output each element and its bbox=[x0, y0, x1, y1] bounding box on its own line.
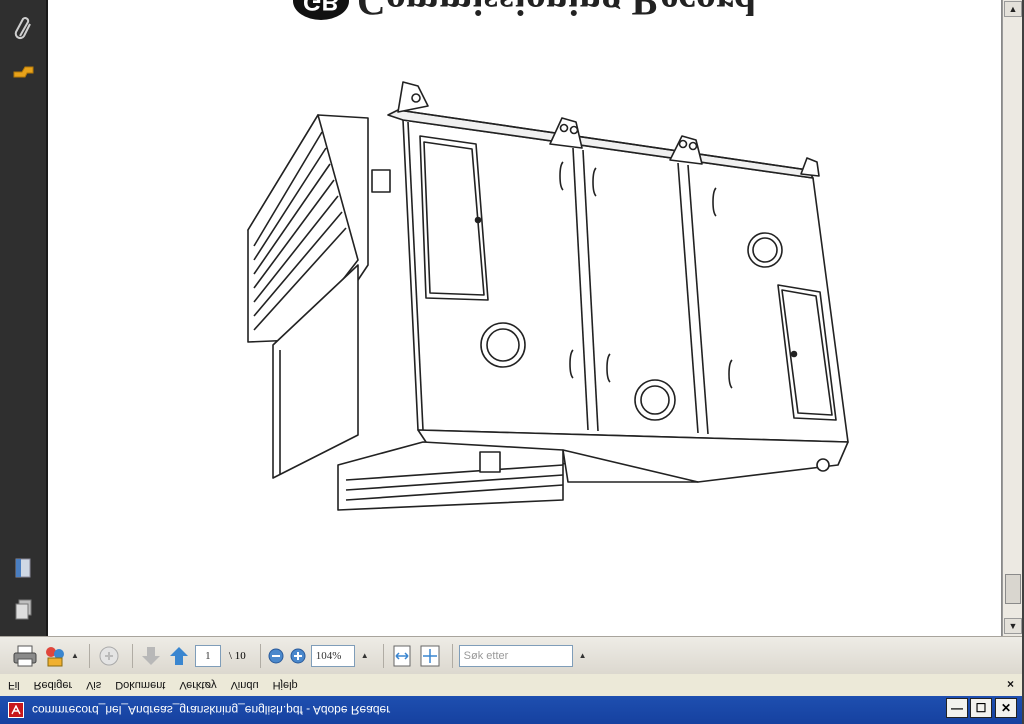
toolbar-separator bbox=[451, 643, 453, 668]
toolbar-separator bbox=[131, 643, 133, 668]
fit-page-icon bbox=[420, 645, 440, 666]
layers-icon[interactable] bbox=[10, 596, 38, 624]
page-total: \ 10 bbox=[228, 649, 246, 662]
zoom-in-button[interactable] bbox=[289, 642, 307, 670]
arrow-up-icon bbox=[169, 646, 188, 665]
next-page-button[interactable] bbox=[167, 642, 191, 670]
minimize-button[interactable]: — bbox=[946, 698, 968, 718]
adobe-reader-window: GB Commissioning Record ▲ ▼ ▲ 1 \ 10 104… bbox=[0, 0, 1024, 724]
vertical-scrollbar[interactable]: ▲ ▼ bbox=[1002, 0, 1022, 636]
zoom-level-input[interactable]: 104% bbox=[310, 644, 355, 667]
document-title-text: Commissioning Record bbox=[357, 0, 756, 24]
toolbar-separator bbox=[382, 643, 384, 668]
zoom-dropdown-icon[interactable]: ▲ bbox=[361, 651, 369, 660]
menu-tools[interactable]: Verktøy bbox=[179, 679, 216, 691]
zoom-in-icon bbox=[290, 648, 306, 663]
toolbar: ▲ 1 \ 10 104% ▲ Søk etter ▲ bbox=[0, 636, 1022, 674]
close-button[interactable]: ✕ bbox=[995, 698, 1017, 718]
window-title: commrecord_hel_Andreas_granskning_englis… bbox=[32, 703, 391, 717]
share-icon bbox=[99, 646, 119, 665]
navigation-panel bbox=[0, 0, 48, 636]
paperclip-icon[interactable] bbox=[10, 14, 38, 42]
air-handling-unit-drawing bbox=[247, 81, 849, 511]
fit-width-icon bbox=[393, 645, 411, 666]
menu-help[interactable]: Hjelp bbox=[273, 679, 298, 691]
document-view[interactable]: GB Commissioning Record bbox=[48, 0, 1002, 636]
adobe-reader-icon[interactable] bbox=[8, 702, 24, 718]
fit-page-button[interactable] bbox=[418, 642, 442, 670]
zoom-out-button[interactable] bbox=[267, 642, 285, 670]
menu-document[interactable]: Dokument bbox=[115, 679, 165, 691]
menu-view[interactable]: Vis bbox=[86, 679, 101, 691]
search-options-icon[interactable]: ▲ bbox=[579, 651, 587, 660]
share-button[interactable] bbox=[96, 642, 122, 670]
scroll-up-icon[interactable]: ▲ bbox=[1004, 1, 1022, 17]
gb-badge: GB bbox=[293, 0, 349, 21]
arrow-down-icon bbox=[141, 646, 160, 665]
toolbar-separator bbox=[88, 643, 90, 668]
toolbar-separator bbox=[259, 643, 261, 668]
fit-width-button[interactable] bbox=[390, 642, 414, 670]
print-button[interactable] bbox=[12, 642, 38, 670]
collaborate-button[interactable]: ▲ bbox=[42, 642, 79, 670]
document-title: GB Commissioning Record bbox=[293, 0, 756, 25]
scroll-down-icon[interactable]: ▼ bbox=[1004, 618, 1022, 634]
signature-hand-icon[interactable] bbox=[10, 56, 38, 84]
menu-window[interactable]: Vindu bbox=[231, 679, 259, 691]
pages-thumbnail-icon[interactable] bbox=[10, 554, 38, 582]
previous-page-button[interactable] bbox=[139, 642, 163, 670]
menu-file[interactable]: Fil bbox=[8, 679, 20, 691]
printer-icon bbox=[13, 645, 37, 666]
chevron-up-icon[interactable]: ▲ bbox=[71, 651, 79, 660]
collaborate-icon bbox=[46, 646, 64, 666]
scrollbar-thumb[interactable] bbox=[1005, 574, 1021, 604]
zoom-out-icon bbox=[268, 648, 284, 663]
close-document-button[interactable]: × bbox=[1007, 677, 1014, 691]
menu-edit[interactable]: Rediger bbox=[34, 679, 73, 691]
page-number-input[interactable]: 1 bbox=[194, 644, 221, 667]
maximize-button[interactable]: ☐ bbox=[970, 698, 992, 718]
search-input[interactable]: Søk etter bbox=[458, 644, 573, 667]
menu-bar: Fil Rediger Vis Dokument Verktøy Vindu H… bbox=[0, 674, 1022, 696]
title-bar[interactable]: commrecord_hel_Andreas_granskning_englis… bbox=[0, 696, 1022, 724]
